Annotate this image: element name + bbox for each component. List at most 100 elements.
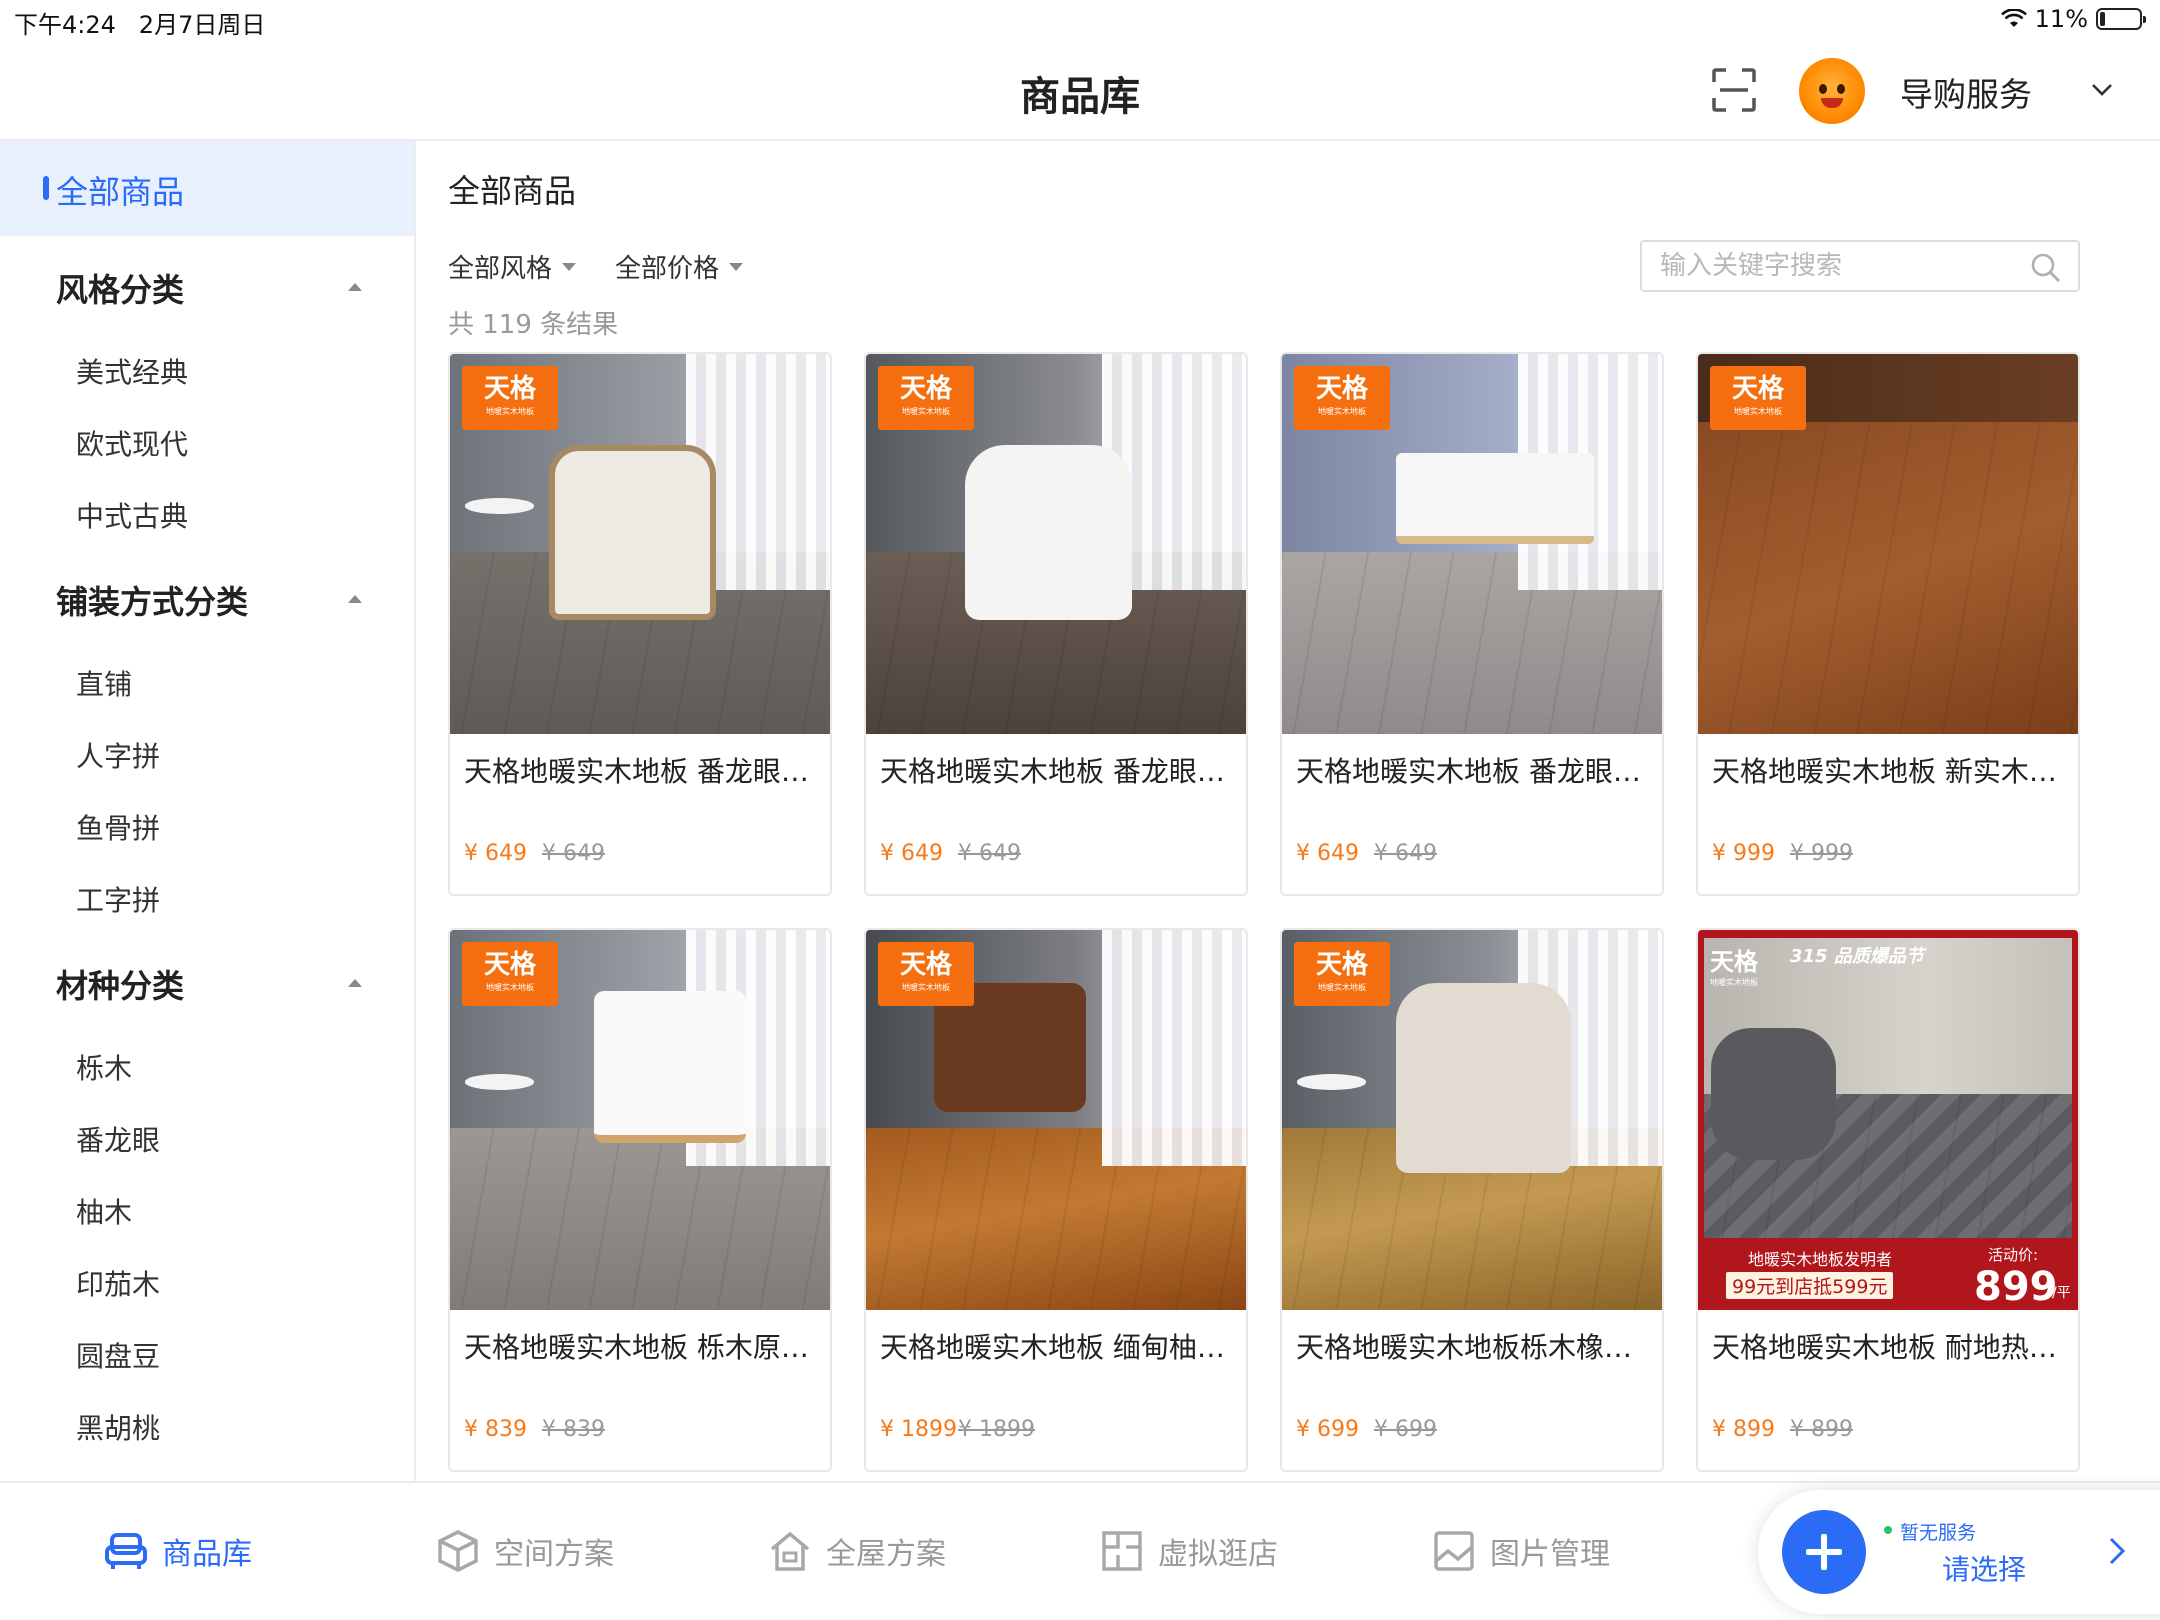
brand-badge-name: 天格 [1731,374,1784,404]
sidebar-group-paving[interactable]: 铺装方式分类 [56,577,248,623]
avatar-eye-left [1819,84,1827,94]
section-title: 全部商品 [448,172,577,210]
product-card[interactable]: 天格 地暖实木地板 天格地暖实木地板 缅甸柚… ¥ 1899 ¥ 1899 [864,928,1248,1472]
sidebar-item-american[interactable]: 美式经典 [76,351,188,391]
product-original-price: ¥ 649 [958,841,1021,866]
image-side-table [1297,1074,1366,1090]
sidebar-group-style[interactable]: 风格分类 [56,265,184,311]
filter-style[interactable]: 全部风格 [448,248,577,285]
product-price: ¥ 649 [464,841,527,866]
product-image: 天格 地暖实木地板 [450,354,830,734]
sidebar-item-teak[interactable]: 柚木 [76,1191,132,1231]
promo-banner: 天格 地暖实木地板 315 品质爆品节 地暖实木地板发明者 99元到店抵599元… [1698,930,2078,1310]
sidebar-group-material[interactable]: 材种分类 [56,961,184,1007]
product-card[interactable]: 天格 地暖实木地板 天格地暖实木地板 番龙眼… ¥ 649 ¥ 649 [1280,352,1664,896]
product-title: 天格地暖实木地板 番龙眼… [464,755,809,788]
image-chair [594,990,747,1143]
product-image: 天格 地暖实木地板 [1698,354,2078,734]
wifi-icon [2000,9,2027,27]
promo-brand: 天格 地暖实木地板 [1710,942,1758,988]
product-card[interactable]: 天格 地暖实木地板 天格地暖实木地板 番龙眼… ¥ 649 ¥ 649 [864,352,1248,896]
service-label[interactable]: 导购服务 [1900,68,2032,116]
sidebar-item-herringbone[interactable]: 人字拼 [76,735,160,775]
product-title: 天格地暖实木地板 缅甸柚… [880,1331,1225,1364]
brand-badge-sub: 地暖实木地板 [1734,407,1782,416]
scan-icon[interactable] [1712,68,1756,112]
sidebar-item-merbau[interactable]: 印茄木 [76,1263,160,1303]
sidebar-item-chinese[interactable]: 中式古典 [76,495,188,535]
promo-inventor: 地暖实木地板发明者 [1748,1250,1893,1269]
promo-price-label: 活动价: [1988,1246,2039,1264]
product-original-price: ¥ 839 [542,1417,605,1442]
search-input[interactable] [1660,250,2010,282]
brand-badge-name: 天格 [483,374,536,404]
sidebar-item-brick[interactable]: 工字拼 [76,879,160,919]
filter-price[interactable]: 全部价格 [615,248,744,285]
avatar-eye-right [1837,84,1845,94]
search-icon[interactable] [2030,252,2062,284]
sidebar-item-straight[interactable]: 直铺 [76,663,132,703]
tab-label: 全屋方案 [826,1537,946,1572]
search-box[interactable] [1640,240,2080,292]
guide-status: 暂无服务 [1900,1522,1977,1544]
image-chair [964,445,1132,620]
sidebar-item-oak[interactable]: 栎木 [76,1047,132,1087]
top-header: 商品库 导购服务 [0,40,2160,141]
sidebar-item-fishbone[interactable]: 鱼骨拼 [76,807,160,847]
product-card[interactable]: 天格 地暖实木地板 天格地暖实木地板 新实木… ¥ 999 ¥ 999 [1696,352,2080,896]
chevron-right-icon[interactable] [2104,1536,2130,1566]
status-date: 2月7日周日 [138,11,266,39]
product-title: 天格地暖实木地板 新实木… [1712,755,2057,788]
product-card[interactable]: 天格 地暖实木地板 天格地暖实木地板栎木橡… ¥ 699 ¥ 699 [1280,928,1664,1472]
product-price: ¥ 699 [1296,1417,1359,1442]
brand-badge: 天格 地暖实木地板 [1294,366,1390,430]
image-side-table [465,498,534,514]
sidebar-item-all[interactable]: 全部商品 [0,141,414,236]
brand-badge: 天格 地暖实木地板 [1294,942,1390,1006]
promo-brand-name: 天格 [1710,948,1758,976]
product-title: 天格地暖实木地板 番龙眼… [880,755,1225,788]
caret-up-icon[interactable] [348,283,362,291]
avatar[interactable] [1799,58,1865,124]
tab-image-management[interactable]: 图片管理 [1432,1529,1610,1573]
product-price: ¥ 899 [1712,1417,1775,1442]
status-dot-icon [1884,1526,1892,1534]
brand-badge-sub: 地暖实木地板 [902,983,950,992]
image-curtain [1101,930,1246,1166]
brand-badge-name: 天格 [1315,950,1368,980]
guide-select[interactable]: 请选择 [1942,1548,2026,1588]
sidebar-item-european[interactable]: 欧式现代 [76,423,188,463]
tab-whole-house[interactable]: 全屋方案 [768,1529,946,1573]
battery-icon [2096,8,2146,30]
product-title: 天格地暖实木地板 栎木原… [464,1331,809,1364]
product-original-price: ¥ 699 [1374,1417,1437,1442]
tab-space-plan[interactable]: 空间方案 [436,1529,614,1573]
product-original-price: ¥ 1899 [958,1417,1035,1442]
sidebar-item-pometia[interactable]: 番龙眼 [76,1119,160,1159]
chevron-down-icon[interactable] [2090,78,2114,102]
image-chair [1396,983,1571,1174]
brand-badge: 天格 地暖实木地板 [462,366,558,430]
image-chair [1711,1028,1837,1160]
promo-coupon: 99元到店抵599元 [1726,1272,1894,1299]
brand-badge-sub: 地暖实木地板 [902,407,950,416]
image-icon [1434,1531,1474,1571]
status-right: 11% [2000,5,2146,33]
tab-virtual-store[interactable]: 虚拟逛店 [1100,1529,1278,1573]
brand-badge: 天格 地暖实木地板 [462,942,558,1006]
tab-label: 空间方案 [494,1537,614,1572]
product-price: ¥ 839 [464,1417,527,1442]
caret-up-icon[interactable] [348,979,362,987]
product-price: ¥ 649 [880,841,943,866]
sidebar-item-walnut[interactable]: 黑胡桃 [76,1407,160,1447]
add-service-button[interactable] [1782,1510,1866,1594]
tab-product-library[interactable]: 商品库 [104,1529,252,1573]
guide-service-panel[interactable]: 暂无服务 请选择 [1758,1490,2160,1614]
caret-up-icon[interactable] [348,595,362,603]
product-card[interactable]: 天格 地暖实木地板 315 品质爆品节 地暖实木地板发明者 99元到店抵599元… [1696,928,2080,1472]
product-card[interactable]: 天格 地暖实木地板 天格地暖实木地板 番龙眼… ¥ 649 ¥ 649 [448,352,832,896]
product-title: 天格地暖实木地板栎木橡… [1296,1331,1633,1364]
sidebar-item-disc-bean[interactable]: 圆盘豆 [76,1335,160,1375]
product-card[interactable]: 天格 地暖实木地板 天格地暖实木地板 栎木原… ¥ 839 ¥ 839 [448,928,832,1472]
house-icon [770,1531,810,1571]
